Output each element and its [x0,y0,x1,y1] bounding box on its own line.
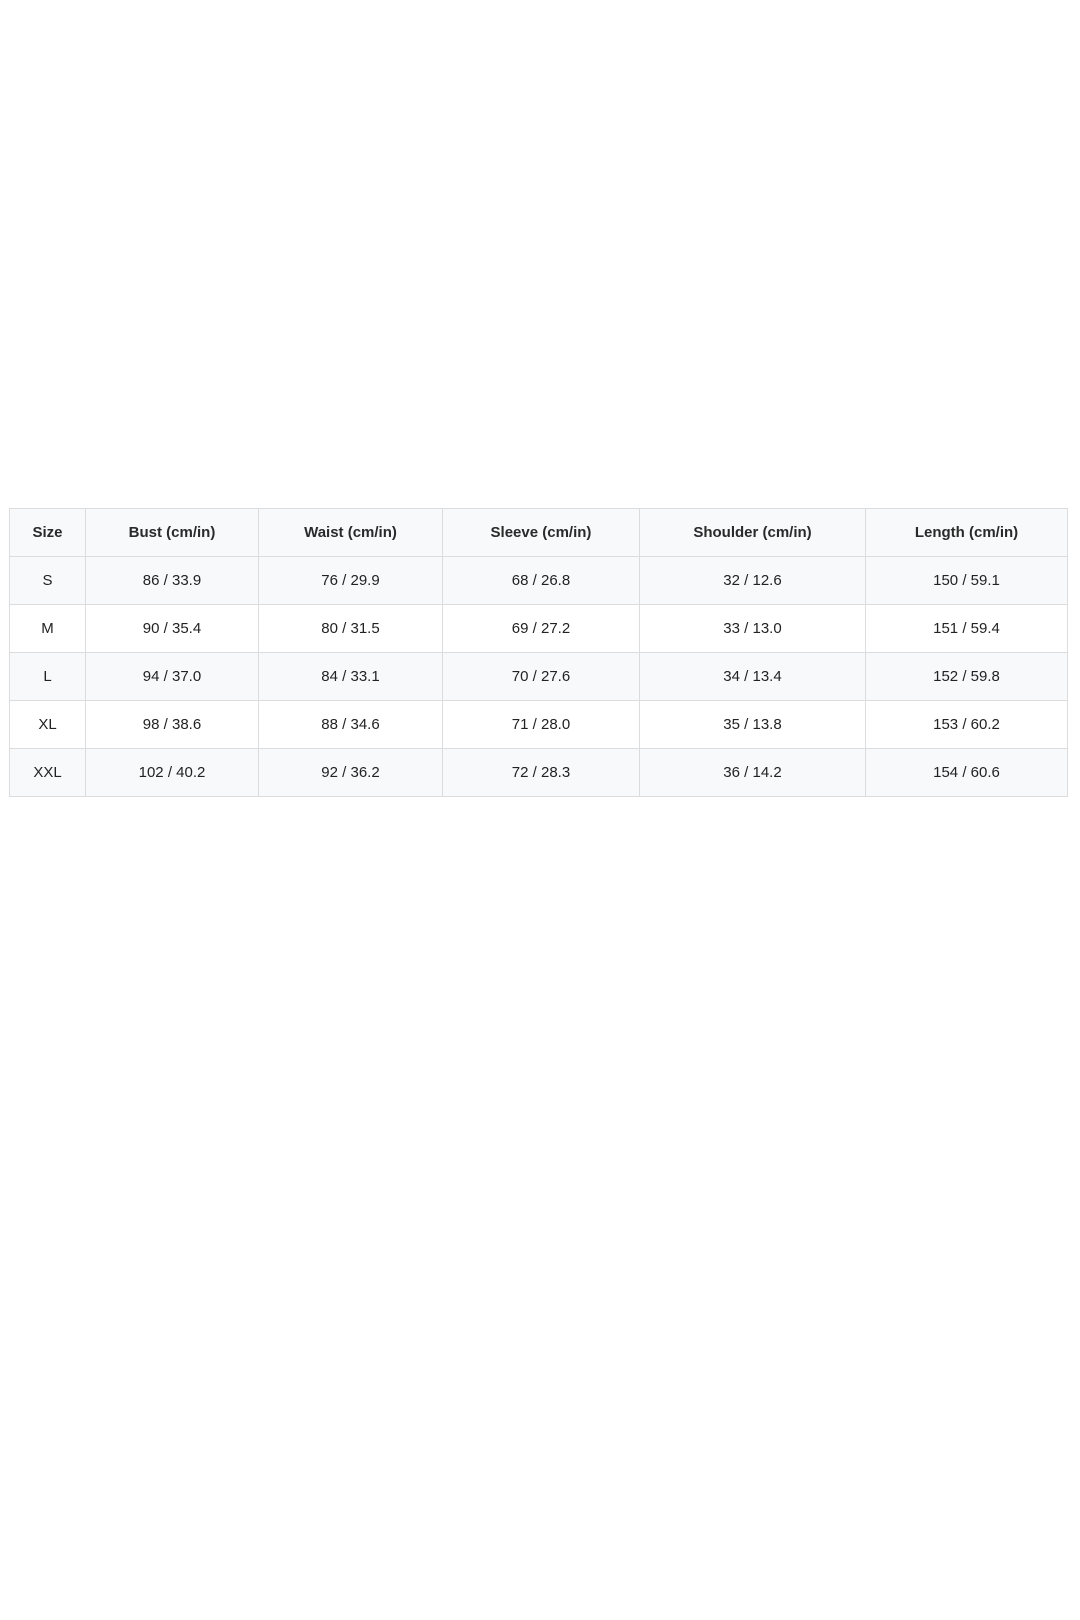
cell-bust: 90 / 35.4 [85,604,259,653]
cell-shoulder: 34 / 13.4 [639,652,866,701]
size-chart-header: Size Bust (cm/in) Waist (cm/in) Sleeve (… [9,508,1068,557]
header-row: Size Bust (cm/in) Waist (cm/in) Sleeve (… [9,508,1068,557]
cell-size: L [9,652,86,701]
cell-shoulder: 33 / 13.0 [639,604,866,653]
table-row: XXL 102 / 40.2 92 / 36.2 72 / 28.3 36 / … [9,748,1068,797]
header-shoulder: Shoulder (cm/in) [639,508,866,557]
table-row: S 86 / 33.9 76 / 29.9 68 / 26.8 32 / 12.… [9,556,1068,605]
cell-size: XL [9,700,86,749]
cell-bust: 102 / 40.2 [85,748,259,797]
cell-bust: 86 / 33.9 [85,556,259,605]
cell-sleeve: 72 / 28.3 [442,748,640,797]
cell-sleeve: 68 / 26.8 [442,556,640,605]
table-row: XL 98 / 38.6 88 / 34.6 71 / 28.0 35 / 13… [9,700,1068,749]
cell-length: 154 / 60.6 [865,748,1068,797]
cell-sleeve: 71 / 28.0 [442,700,640,749]
cell-waist: 80 / 31.5 [258,604,443,653]
cell-waist: 92 / 36.2 [258,748,443,797]
header-length: Length (cm/in) [865,508,1068,557]
cell-size: M [9,604,86,653]
cell-sleeve: 70 / 27.6 [442,652,640,701]
header-size: Size [9,508,86,557]
cell-length: 151 / 59.4 [865,604,1068,653]
cell-shoulder: 32 / 12.6 [639,556,866,605]
cell-length: 153 / 60.2 [865,700,1068,749]
cell-length: 150 / 59.1 [865,556,1068,605]
size-chart-body: S 86 / 33.9 76 / 29.9 68 / 26.8 32 / 12.… [9,556,1068,797]
cell-length: 152 / 59.8 [865,652,1068,701]
cell-shoulder: 35 / 13.8 [639,700,866,749]
header-waist: Waist (cm/in) [258,508,443,557]
cell-sleeve: 69 / 27.2 [442,604,640,653]
cell-size: XXL [9,748,86,797]
cell-bust: 94 / 37.0 [85,652,259,701]
cell-waist: 88 / 34.6 [258,700,443,749]
header-sleeve: Sleeve (cm/in) [442,508,640,557]
cell-bust: 98 / 38.6 [85,700,259,749]
header-bust: Bust (cm/in) [85,508,259,557]
cell-size: S [9,556,86,605]
cell-shoulder: 36 / 14.2 [639,748,866,797]
size-chart-table: Size Bust (cm/in) Waist (cm/in) Sleeve (… [9,508,1068,797]
table-row: L 94 / 37.0 84 / 33.1 70 / 27.6 34 / 13.… [9,652,1068,701]
cell-waist: 76 / 29.9 [258,556,443,605]
table-row: M 90 / 35.4 80 / 31.5 69 / 27.2 33 / 13.… [9,604,1068,653]
cell-waist: 84 / 33.1 [258,652,443,701]
